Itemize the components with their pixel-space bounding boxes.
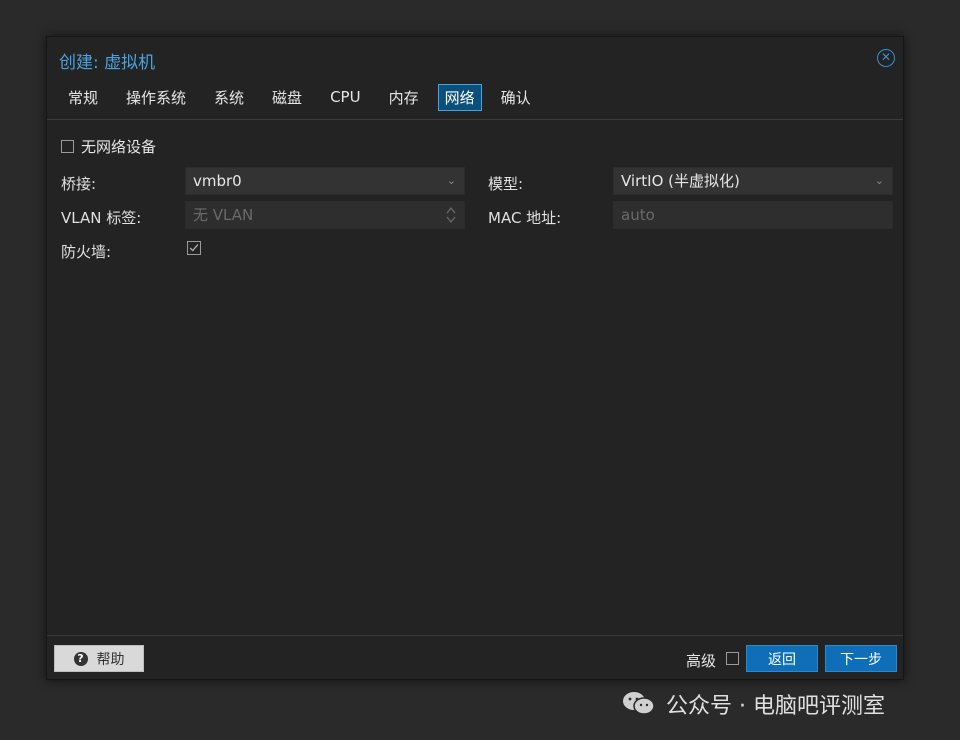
firewall-checkbox[interactable] — [187, 241, 201, 255]
tab-general[interactable]: 常规 — [59, 84, 107, 111]
bridge-label: 桥接: — [61, 175, 97, 193]
advanced-label: 高级 — [686, 652, 717, 670]
dialog-title: 创建: 虚拟机 — [59, 53, 156, 73]
back-label: 返回 — [768, 651, 796, 668]
help-button[interactable]: ? 帮助 — [54, 645, 144, 672]
model-select[interactable]: VirtIO (半虚拟化) ⌄ — [613, 167, 893, 195]
tab-network[interactable]: 网络 — [437, 83, 482, 111]
tab-disks[interactable]: 磁盘 — [263, 84, 311, 111]
tab-memory[interactable]: 内存 — [380, 84, 428, 111]
watermark: 公众号 · 电脑吧评测室 — [622, 688, 885, 720]
next-button[interactable]: 下一步 — [825, 645, 897, 672]
advanced-checkbox[interactable] — [726, 652, 739, 665]
tab-os[interactable]: 操作系统 — [117, 84, 195, 111]
wizard-tabs: 常规 操作系统 系统 磁盘 CPU 内存 网络 确认 — [59, 83, 550, 111]
model-value: VirtIO (半虚拟化) — [621, 172, 740, 190]
dialog-titlebar: 创建: 虚拟机 ✕ — [47, 37, 903, 79]
no-network-row: 无网络设备 — [61, 136, 156, 157]
close-icon[interactable]: ✕ — [877, 49, 895, 67]
help-label: 帮助 — [96, 651, 125, 668]
watermark-text: 公众号 · 电脑吧评测室 — [666, 694, 885, 719]
vlan-label: VLAN 标签: — [61, 209, 142, 227]
spinner-arrows-icon[interactable] — [446, 205, 456, 225]
tab-confirm[interactable]: 确认 — [492, 84, 540, 111]
vlan-input[interactable]: 无 VLAN — [185, 201, 465, 229]
vlan-placeholder: 无 VLAN — [193, 206, 254, 224]
bridge-value: vmbr0 — [193, 172, 242, 190]
no-network-checkbox[interactable] — [61, 140, 74, 153]
back-button[interactable]: 返回 — [746, 645, 818, 672]
chevron-down-icon: ⌄ — [874, 174, 884, 187]
chevron-down-icon: ⌄ — [446, 174, 456, 187]
next-label: 下一步 — [840, 651, 882, 668]
tab-cpu[interactable]: CPU — [321, 85, 370, 109]
wechat-icon — [623, 692, 655, 715]
tabs-divider — [47, 119, 903, 120]
create-vm-dialog: 创建: 虚拟机 ✕ 常规 操作系统 系统 磁盘 CPU 内存 网络 确认 无网络… — [46, 36, 904, 680]
bridge-select[interactable]: vmbr0 ⌄ — [185, 167, 465, 195]
footer-divider — [47, 635, 903, 636]
no-network-label: 无网络设备 — [81, 138, 157, 156]
question-icon: ? — [73, 651, 88, 666]
model-label: 模型: — [488, 175, 524, 193]
mac-placeholder: auto — [621, 206, 655, 224]
firewall-label: 防火墙: — [61, 243, 112, 261]
mac-input[interactable]: auto — [613, 201, 893, 229]
tab-system[interactable]: 系统 — [205, 84, 253, 111]
mac-label: MAC 地址: — [488, 209, 562, 227]
